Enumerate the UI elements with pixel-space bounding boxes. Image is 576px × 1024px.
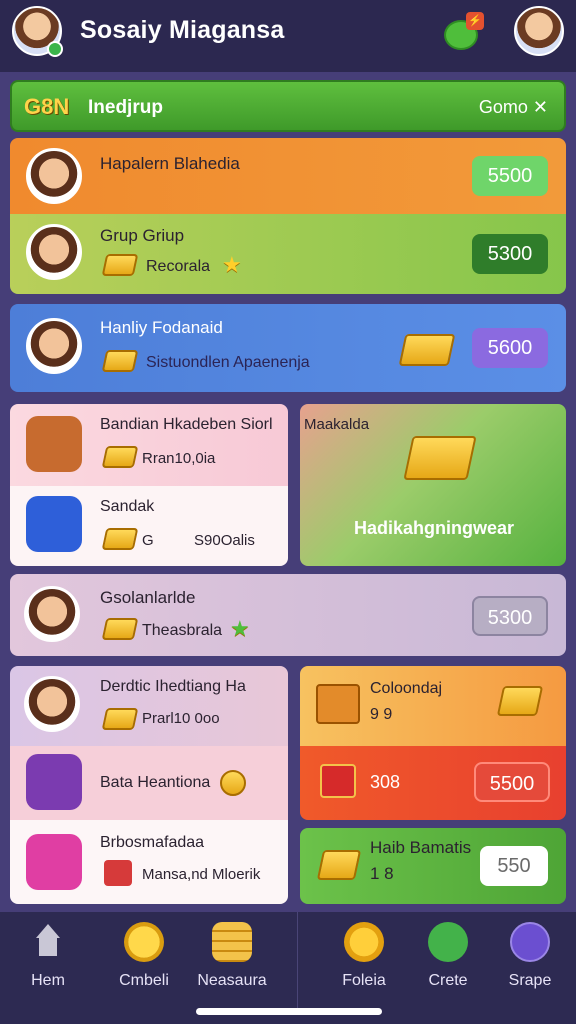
nav-treasure[interactable]: Neasaura: [184, 922, 280, 990]
list-item[interactable]: Brbosmafadaa Mansa,nd Mloerik: [10, 820, 288, 904]
price-button[interactable]: 5500: [474, 762, 550, 802]
nav-label: Srape: [508, 972, 552, 989]
item-subtitle: Rran10,0ia: [142, 450, 216, 467]
gift-box-icon: [104, 860, 132, 886]
notification-button[interactable]: ⚡: [442, 12, 486, 56]
gold-bar-icon: [101, 254, 139, 276]
item-name: Brbosmafadaa: [100, 834, 205, 851]
card-title: Coloondaj: [370, 680, 443, 697]
feature-title: Maakalda: [304, 416, 370, 433]
gold-bar-icon: [101, 528, 139, 550]
user-avatar[interactable]: [12, 6, 63, 57]
list-item[interactable]: Hapalern Blahedia 5500: [10, 138, 566, 214]
share-icon: [510, 922, 550, 962]
gold-bar-icon: [101, 618, 139, 640]
list-item[interactable]: Derdtic Ihedtiang Ha Prarl10 0oo: [10, 666, 288, 746]
nav-folder[interactable]: Foleia: [316, 922, 412, 990]
item-name: Derdtic Ihedtiang Ha: [100, 678, 246, 695]
item-name: Sandak: [100, 498, 155, 515]
price-button[interactable]: 5300: [472, 234, 548, 274]
coin-bag-icon: [26, 754, 82, 810]
avatar: [24, 676, 80, 732]
top-bar: Sosaiy Miagansa ⚡: [0, 0, 576, 72]
nav-divider: [297, 912, 298, 1008]
price-button[interactable]: 550: [480, 846, 548, 886]
home-indicator[interactable]: [196, 1008, 382, 1015]
avatar: [24, 586, 80, 642]
nav-label: Foleia: [342, 972, 386, 989]
home-icon: [28, 922, 68, 962]
item-subtitle: Recorala: [146, 258, 211, 275]
card-title: Haib Bamatis: [370, 838, 472, 857]
gold-chest-icon: [403, 436, 477, 480]
list-item[interactable]: Sandak G S90Oalis: [10, 486, 288, 566]
nav-coins[interactable]: Cmbeli: [96, 922, 192, 990]
item-subtitle-2: S90Oalis: [194, 532, 255, 549]
item-subtitle: Sistuondlen Apaenenja: [146, 354, 310, 371]
app-title: Sosaiy Miagansa: [80, 16, 285, 44]
nav-label: Neasaura: [197, 972, 267, 989]
feature-card[interactable]: Maakalda Hadikahgningwear: [300, 404, 566, 566]
card-value: 9 9: [370, 706, 393, 723]
item-subtitle: Theasbrala: [142, 622, 223, 639]
nav-home[interactable]: Hem: [0, 922, 96, 990]
coin-icon: [124, 922, 164, 962]
nav-label: Cmbeli: [119, 972, 169, 989]
list-item[interactable]: Grup Griup Recorala ★ 5300: [10, 214, 566, 294]
treasure-icon: [316, 684, 360, 724]
item-name: Bata Heantiona: [100, 774, 211, 791]
reward-card[interactable]: 308 5500: [300, 746, 566, 820]
item-name: Grup Griup: [100, 226, 185, 245]
reward-card[interactable]: Coloondaj 9 9: [300, 666, 566, 746]
gift-box-icon: [320, 764, 356, 798]
gold-bar-icon: [496, 686, 544, 716]
list-item[interactable]: Bandian Hkadeben Siorl Rran10,0ia: [10, 404, 288, 486]
item-subtitle: Prarl10 0oo: [142, 710, 220, 727]
section-header: G8N Inedjrup Gomo ✕: [10, 80, 566, 132]
star-icon: ★: [222, 252, 242, 277]
price-button[interactable]: 5300: [472, 596, 548, 636]
item-subtitle: Mansa,nd Mloerik: [142, 866, 261, 883]
coin-tile-icon: [26, 834, 82, 890]
close-section-label: Gomo: [478, 97, 528, 117]
coin-icon: [220, 770, 246, 796]
online-badge: [47, 41, 63, 57]
item-subtitle: G: [142, 532, 154, 549]
group-logo: G8N: [24, 94, 70, 119]
cookie-icon: [344, 922, 384, 962]
gold-chest-icon: [398, 334, 456, 366]
item-name: Bandian Hkadeben Siorl: [100, 416, 273, 433]
nav-share[interactable]: Srape: [482, 922, 576, 990]
list-item[interactable]: Hanliy Fodanaid Sistuondlen Apaenenja 56…: [10, 304, 566, 392]
gold-bar-icon: [101, 446, 139, 468]
section-title: Inedjrup: [88, 97, 163, 118]
close-icon: ✕: [532, 97, 548, 117]
price-button[interactable]: 5500: [472, 156, 548, 196]
list-item[interactable]: Gsolanlarlde Theasbrala ★ 5300: [10, 574, 566, 656]
leaf-icon: [428, 922, 468, 962]
avatar: [26, 224, 82, 280]
coins-icon: [26, 496, 82, 552]
item-name: Hapalern Blahedia: [100, 154, 240, 173]
reward-card[interactable]: Haib Bamatis 1 8 550: [300, 828, 566, 904]
item-name: Gsolanlarlde: [100, 588, 196, 607]
list-item[interactable]: Bata Heantiona: [10, 746, 288, 820]
card-value: 308: [370, 772, 401, 792]
avatar: [26, 148, 82, 204]
item-name: Hanliy Fodanaid: [100, 318, 223, 337]
nav-label: Hem: [31, 972, 65, 989]
gold-bar-icon: [101, 350, 139, 372]
coins-stack-icon: [212, 922, 252, 962]
friend-avatar[interactable]: [514, 6, 564, 56]
notification-badge: ⚡: [466, 12, 484, 30]
gold-bar-icon: [101, 708, 139, 730]
card-value: 1 8: [370, 864, 394, 883]
chest-icon: [26, 416, 82, 472]
feature-caption: Hadikahgningwear: [354, 518, 515, 538]
gold-bar-icon: [316, 850, 362, 880]
price-button[interactable]: 5600: [472, 328, 548, 368]
close-section-button[interactable]: Gomo ✕: [479, 97, 548, 118]
star-icon: ★: [230, 616, 250, 641]
avatar: [26, 318, 82, 374]
